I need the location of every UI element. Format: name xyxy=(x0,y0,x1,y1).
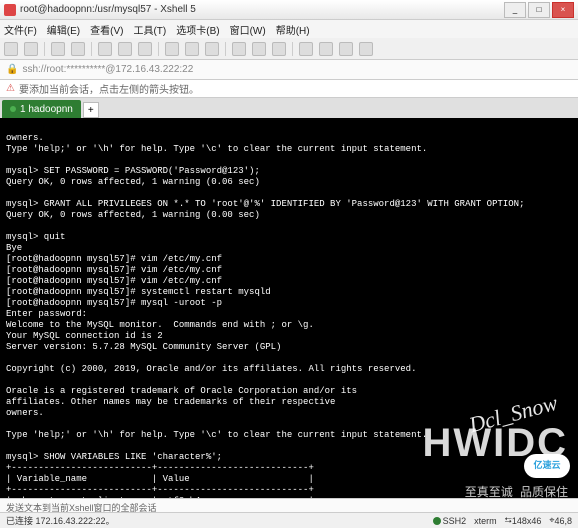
tile-v-icon[interactable] xyxy=(339,42,353,56)
reconnect-icon[interactable] xyxy=(51,42,65,56)
open-icon[interactable] xyxy=(24,42,38,56)
address-text: ssh://root:**********@172.16.43.222:22 xyxy=(22,64,193,75)
tab-bar: 1 hadoopnn + xyxy=(0,98,578,118)
menu-bar: 文件(F) 编辑(E) 查看(V) 工具(T) 选项卡(B) 窗口(W) 帮助(… xyxy=(0,20,578,38)
close-button[interactable]: × xyxy=(552,2,574,18)
warning-icon: ⚠ xyxy=(6,83,15,94)
tile-h-icon[interactable] xyxy=(319,42,333,56)
toolbar-separator xyxy=(44,42,45,56)
menu-tab[interactable]: 选项卡(B) xyxy=(176,22,219,37)
xftp-icon[interactable] xyxy=(299,42,313,56)
status-term: xterm xyxy=(474,516,497,526)
cascade-icon[interactable] xyxy=(359,42,373,56)
menu-file[interactable]: 文件(F) xyxy=(4,22,37,37)
menu-window[interactable]: 窗口(W) xyxy=(230,22,266,37)
ontop-icon[interactable] xyxy=(272,42,286,56)
status-ssh: SSH2 xyxy=(433,516,467,526)
transparent-icon[interactable] xyxy=(252,42,266,56)
tip-text: 要添加当前会话，点击左侧的箭头按钮。 xyxy=(19,81,199,96)
fullscreen-icon[interactable] xyxy=(232,42,246,56)
title-bar: root@hadoopnn:/usr/mysql57 - Xshell 5 _ … xyxy=(0,0,578,20)
new-session-icon[interactable] xyxy=(4,42,18,56)
terminal[interactable]: owners. Type 'help;' or '\h' for help. T… xyxy=(0,118,578,498)
status-pos: ⌖ 46,8 xyxy=(549,515,572,526)
ssh-icon xyxy=(433,517,441,525)
tab-label: 1 hadoopnn xyxy=(20,104,73,115)
color-icon[interactable] xyxy=(185,42,199,56)
disconnect-icon[interactable] xyxy=(71,42,85,56)
find-icon[interactable] xyxy=(138,42,152,56)
menu-help[interactable]: 帮助(H) xyxy=(276,22,310,37)
copy-icon[interactable] xyxy=(98,42,112,56)
address-bar[interactable]: 🔒 ssh://root:**********@172.16.43.222:22 xyxy=(0,60,578,80)
session-tab[interactable]: 1 hadoopnn xyxy=(2,100,81,118)
add-tab-button[interactable]: + xyxy=(83,102,99,118)
status-dot-icon xyxy=(10,106,16,112)
broadcast-tip: 发送文本到当前Xshell窗口的全部会话 xyxy=(0,498,578,512)
terminal-output: owners. Type 'help;' or '\h' for help. T… xyxy=(6,133,572,498)
menu-view[interactable]: 查看(V) xyxy=(90,22,123,37)
window-title: root@hadoopnn:/usr/mysql57 - Xshell 5 xyxy=(20,4,502,15)
toolbar xyxy=(0,38,578,60)
properties-icon[interactable] xyxy=(165,42,179,56)
tip-bar: ⚠ 要添加当前会话，点击左侧的箭头按钮。 xyxy=(0,80,578,98)
app-icon xyxy=(4,4,16,16)
menu-edit[interactable]: 编辑(E) xyxy=(47,22,80,37)
status-size: ⮀ 148x46 xyxy=(505,515,542,526)
status-bar: 已连接 172.16.43.222:22。 SSH2 xterm ⮀ 148x4… xyxy=(0,512,578,528)
lock-icon: 🔒 xyxy=(6,64,18,75)
toolbar-separator xyxy=(91,42,92,56)
toolbar-separator xyxy=(225,42,226,56)
status-connection: 已连接 172.16.43.222:22。 xyxy=(6,514,425,527)
maximize-button[interactable]: □ xyxy=(528,2,550,18)
toolbar-separator xyxy=(292,42,293,56)
minimize-button[interactable]: _ xyxy=(504,2,526,18)
paste-icon[interactable] xyxy=(118,42,132,56)
font-icon[interactable] xyxy=(205,42,219,56)
menu-tools[interactable]: 工具(T) xyxy=(133,22,166,37)
toolbar-separator xyxy=(158,42,159,56)
